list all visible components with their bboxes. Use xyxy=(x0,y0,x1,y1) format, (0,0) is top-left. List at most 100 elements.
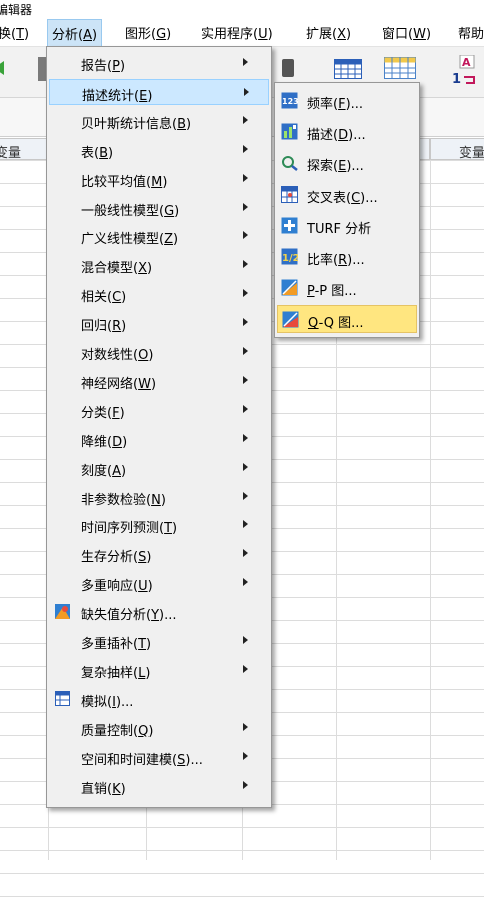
submenu-arrow-icon xyxy=(243,289,248,298)
analyze-menu-item-label: 对数线性(O) xyxy=(81,348,154,363)
menu-transform[interactable]: 换(T) xyxy=(0,23,29,42)
window-title-bar: 编辑器 xyxy=(0,0,484,18)
analyze-menu-item[interactable]: 空间和时间建模(S)... xyxy=(49,744,269,770)
analyze-menu-item[interactable]: 神经网络(W) xyxy=(49,368,269,394)
analyze-menu-item[interactable]: 对数线性(O) xyxy=(49,339,269,365)
window-title: 编辑器 xyxy=(0,3,33,17)
submenu-arrow-icon xyxy=(243,491,248,500)
analyze-menu-item-label: 回归(R) xyxy=(81,319,127,335)
submenu-arrow-icon xyxy=(243,115,248,124)
analyze-menu-item[interactable]: 非参数检验(N) xyxy=(49,484,269,510)
submenu-arrow-icon xyxy=(243,347,248,355)
analyze-menu-item-label: 时间序列预测(T) xyxy=(81,521,178,537)
toolbar-grid-yellow-icon[interactable] xyxy=(384,57,416,79)
analyze-menu-item-label: 生存分析(S) xyxy=(81,550,152,566)
descriptive-submenu-item-label: P-P 图... xyxy=(307,284,357,300)
analyze-menu-item[interactable]: 描述统计(E) xyxy=(49,78,269,105)
analyze-menu-item-label: 空间和时间建模(S)... xyxy=(81,752,203,768)
analyze-menu-item[interactable]: 质量控制(Q) xyxy=(49,715,269,741)
submenu-arrow-icon xyxy=(243,58,248,66)
descriptive-submenu-item-label: 描述(D)... xyxy=(307,128,366,144)
descriptive-submenu-item-label: Q-Q 图... xyxy=(308,316,364,332)
descriptive-submenu-item[interactable]: 123 频率(F)... xyxy=(277,87,417,115)
analyze-menu-item[interactable]: 比较平均值(M) xyxy=(49,166,269,192)
descriptive-submenu-item[interactable]: 探索(E)... xyxy=(277,149,417,177)
submenu-arrow-icon xyxy=(243,520,248,529)
analyze-menu-item[interactable]: 时间序列预测(T) xyxy=(49,512,269,538)
toolbar-value-labels-icon[interactable]: A 1 xyxy=(452,54,482,87)
analyze-menu-item-label: 表(B) xyxy=(81,145,114,161)
analyze-menu: 报告(P) 描述统计(E) 贝叶斯统计信息(B) 表(B) 比较平均值(M) 一般线性模型… xyxy=(46,46,272,808)
svg-text:123: 123 xyxy=(282,97,298,106)
analyze-menu-item-label: 模拟(I)... xyxy=(81,694,134,710)
analyze-menu-item[interactable]: 回归(R) xyxy=(49,310,269,336)
analyze-menu-item[interactable]: 缺失值分析(Y)... xyxy=(49,599,269,625)
submenu-arrow-icon xyxy=(243,780,248,789)
crosstabs-icon xyxy=(281,185,298,203)
submenu-arrow-icon xyxy=(243,549,248,558)
menu-analyze[interactable]: 分析(A) xyxy=(47,19,103,48)
submenu-arrow-icon xyxy=(243,173,248,182)
analyze-menu-item-label: 比较平均值(M) xyxy=(81,174,168,190)
analyze-menu-item[interactable]: 贝叶斯统计信息(B) xyxy=(49,108,269,134)
svg-text:1/2: 1/2 xyxy=(282,253,298,264)
submenu-arrow-icon xyxy=(243,144,248,153)
menu-window[interactable]: 窗口(W) xyxy=(382,23,431,42)
turf-icon xyxy=(281,217,298,234)
analyze-menu-item-label: 复杂抽样(L) xyxy=(81,665,151,681)
column-header[interactable]: 变量 xyxy=(430,138,484,161)
descriptive-submenu-item[interactable]: 交叉表(C)... xyxy=(277,181,417,209)
analyze-menu-item[interactable]: 多重插补(T) xyxy=(49,628,269,654)
analyze-menu-item[interactable]: 降维(D) xyxy=(49,426,269,452)
toolbar-green-arrow-icon[interactable] xyxy=(0,61,8,75)
analyze-menu-item-label: 刻度(A) xyxy=(81,463,127,479)
analyze-menu-item[interactable]: 广义线性模型(Z) xyxy=(49,223,269,249)
menu-graphs[interactable]: 图形(G) xyxy=(125,23,171,42)
submenu-arrow-icon xyxy=(243,578,248,587)
analyze-menu-item[interactable]: 生存分析(S) xyxy=(49,541,269,567)
analyze-menu-item-label: 相关(C) xyxy=(81,290,127,306)
descriptive-submenu-item-label: TURF 分析 xyxy=(307,221,372,237)
analyze-menu-item[interactable]: 直销(K) xyxy=(49,773,269,799)
descriptive-submenu-item[interactable]: P-P 图... xyxy=(277,274,417,302)
analyze-menu-item[interactable]: 报告(P) xyxy=(49,50,269,76)
qq-plot-icon xyxy=(282,311,299,328)
analyze-menu-item[interactable]: 一般线性模型(G) xyxy=(49,195,269,221)
svg-text:A: A xyxy=(462,56,471,69)
menu-extensions[interactable]: 扩展(X) xyxy=(306,23,351,42)
analyze-menu-item[interactable]: 相关(C) xyxy=(49,281,269,307)
descriptives-icon xyxy=(281,123,298,140)
analyze-menu-item[interactable]: 刻度(A) xyxy=(49,455,269,481)
analyze-menu-item[interactable]: 模拟(I)... xyxy=(49,686,269,712)
analyze-menu-item[interactable]: 表(B) xyxy=(49,137,269,163)
descriptive-submenu-item[interactable]: 描述(D)... xyxy=(277,118,417,146)
analyze-menu-item[interactable]: 复杂抽样(L) xyxy=(49,657,269,683)
grid-row-line xyxy=(0,873,484,874)
analyze-menu-item-label: 降维(D) xyxy=(81,434,128,450)
descriptive-submenu-item[interactable]: Q-Q 图... xyxy=(277,305,417,334)
descriptive-submenu-item[interactable]: 1/2 比率(R)... xyxy=(277,243,417,271)
column-header[interactable]: 变量 xyxy=(0,138,48,161)
analyze-menu-item[interactable]: 混合模型(X) xyxy=(49,252,269,278)
analyze-menu-item[interactable]: 多重响应(U) xyxy=(49,570,269,596)
toolbar-grey-icon[interactable] xyxy=(38,57,46,81)
svg-text:1: 1 xyxy=(452,72,461,87)
submenu-arrow-icon xyxy=(243,404,248,413)
toolbar-binoculars-icon[interactable] xyxy=(282,59,294,77)
descriptive-submenu-item[interactable]: TURF 分析 xyxy=(277,212,417,240)
menu-help[interactable]: 帮助 xyxy=(458,23,484,42)
submenu-arrow-icon xyxy=(243,375,248,384)
submenu-arrow-icon xyxy=(243,433,248,442)
analyze-menu-item-label: 直销(K) xyxy=(81,781,126,797)
analyze-menu-item-label: 描述统计(E) xyxy=(82,88,153,104)
analyze-menu-item-label: 混合模型(X) xyxy=(81,261,153,277)
menu-utilities[interactable]: 实用程序(U) xyxy=(201,23,273,42)
pp-plot-icon xyxy=(281,279,298,296)
toolbar-table-icon[interactable] xyxy=(334,59,362,79)
submenu-arrow-icon xyxy=(243,231,248,240)
descriptive-statistics-submenu: 123 频率(F)... 描述(D)... 探索(E)... 交叉表(C)... TURF… xyxy=(274,82,420,338)
submenu-arrow-icon xyxy=(244,87,249,96)
analyze-menu-item-label: 分类(F) xyxy=(81,405,125,421)
analyze-menu-item[interactable]: 分类(F) xyxy=(49,397,269,423)
submenu-arrow-icon xyxy=(243,751,248,760)
